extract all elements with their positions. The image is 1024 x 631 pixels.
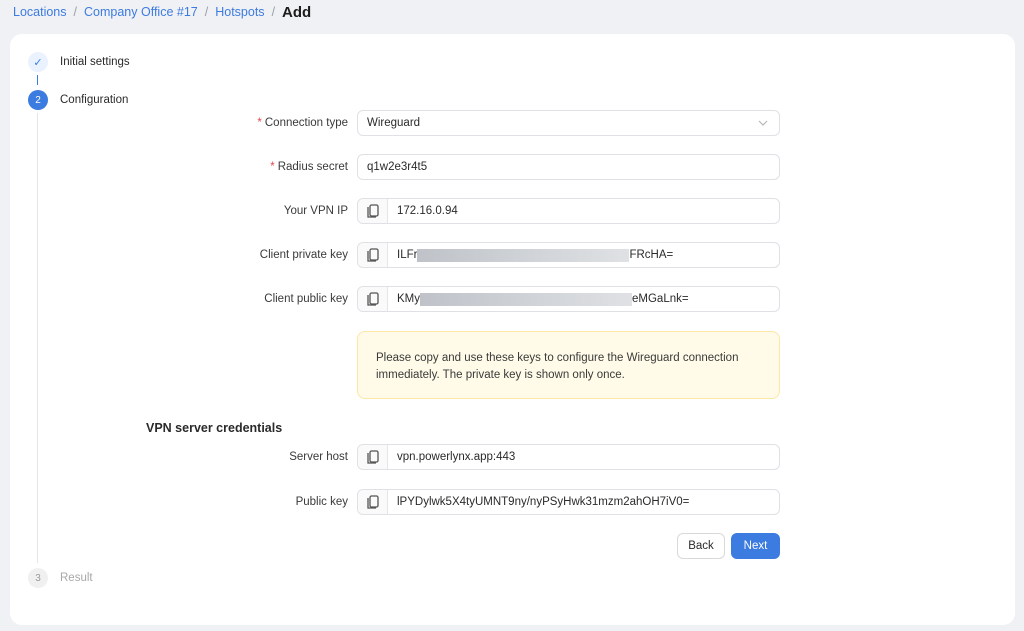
breadcrumb-locations[interactable]: Locations — [13, 5, 67, 19]
step-connector — [37, 75, 38, 85]
breadcrumb-hotspots[interactable]: Hotspots — [215, 5, 264, 19]
step-number: 2 — [28, 90, 48, 110]
client-private-key-label: Client private key — [259, 249, 348, 261]
public-key-value[interactable]: lPYDylwk5X4tyUMNT9ny/nyPSyHwk31mzm2ahOH7… — [388, 496, 689, 508]
chevron-down-icon — [758, 120, 768, 126]
breadcrumb-separator: / — [271, 5, 276, 19]
radius-secret-input[interactable]: q1w2e3r4t5 — [357, 154, 780, 180]
copy-icon — [366, 247, 379, 262]
redaction-blur — [417, 248, 630, 262]
check-icon: ✓ — [28, 52, 48, 72]
client-private-key-field: ILFr FRcHA= — [357, 242, 780, 268]
client-public-key-label: Client public key — [264, 293, 348, 305]
server-host-field: vpn.powerlynx.app:443 — [357, 444, 780, 470]
form-row-public-key: Public key lPYDylwk5X4tyUMNT9ny/nyPSyHwk… — [10, 489, 790, 515]
breadcrumb-separator: / — [204, 5, 209, 19]
step-label: Initial settings — [60, 56, 130, 68]
step-result: 3 Result — [28, 568, 93, 588]
radius-secret-value: q1w2e3r4t5 — [367, 161, 428, 173]
server-credentials-heading: VPN server credentials — [146, 421, 283, 435]
step-number: 3 — [28, 568, 48, 588]
step-label: Configuration — [60, 94, 129, 106]
warning-alert: Please copy and use these keys to config… — [357, 331, 780, 399]
breadcrumb-separator: / — [73, 5, 77, 19]
vpn-ip-label: Your VPN IP — [283, 205, 348, 217]
page-title: Add — [282, 3, 312, 21]
public-key-field: lPYDylwk5X4tyUMNT9ny/nyPSyHwk31mzm2ahOH7… — [357, 489, 780, 515]
wizard-card: ✓ Initial settings 2 Configuration 3 Res… — [10, 34, 1015, 625]
copy-icon — [366, 449, 379, 464]
back-button[interactable]: Back — [677, 533, 725, 559]
copy-icon — [366, 291, 379, 306]
public-key-label: Public key — [295, 496, 348, 508]
connection-type-label: * Connection type — [257, 117, 348, 129]
connection-type-select[interactable]: Wireguard — [357, 110, 780, 136]
server-host-label: Server host — [289, 451, 348, 463]
step-initial-settings[interactable]: ✓ Initial settings — [28, 52, 130, 72]
copy-client-public-key-button[interactable] — [358, 287, 388, 311]
form-row-connection-type: * Connection type Wireguard — [10, 110, 790, 136]
form-row-vpn-ip: Your VPN IP 172.16.0.94 — [10, 198, 790, 224]
client-public-key-field: KMy eMGaLnk= — [357, 286, 780, 312]
copy-icon — [366, 203, 379, 218]
form-row-client-private-key: Client private key ILFr FRcHA= — [10, 242, 790, 268]
form-row-server-host: Server host vpn.powerlynx.app:443 — [10, 444, 790, 470]
vpn-ip-value[interactable]: 172.16.0.94 — [388, 205, 458, 217]
copy-public-key-button[interactable] — [358, 490, 388, 514]
connection-type-value: Wireguard — [367, 117, 421, 129]
copy-icon — [366, 494, 379, 509]
client-public-key-value[interactable]: KMy eMGaLnk= — [388, 292, 689, 306]
form-row-radius-secret: * Radius secret q1w2e3r4t5 — [10, 154, 790, 180]
copy-server-host-button[interactable] — [358, 445, 388, 469]
copy-vpn-ip-button[interactable] — [358, 199, 388, 223]
next-button[interactable]: Next — [731, 533, 780, 559]
client-private-key-value[interactable]: ILFr FRcHA= — [388, 248, 673, 262]
server-host-value[interactable]: vpn.powerlynx.app:443 — [388, 451, 515, 463]
redaction-blur — [420, 292, 632, 306]
copy-client-private-key-button[interactable] — [358, 243, 388, 267]
step-label: Result — [60, 572, 93, 584]
breadcrumb: Locations / Company Office #17 / Hotspot… — [13, 2, 311, 22]
radius-secret-label: * Radius secret — [270, 161, 348, 173]
breadcrumb-company-office[interactable]: Company Office #17 — [84, 5, 198, 19]
step-configuration: 2 Configuration — [28, 90, 128, 110]
vpn-ip-field: 172.16.0.94 — [357, 198, 780, 224]
form-row-client-public-key: Client public key KMy eMGaLnk= — [10, 286, 790, 312]
